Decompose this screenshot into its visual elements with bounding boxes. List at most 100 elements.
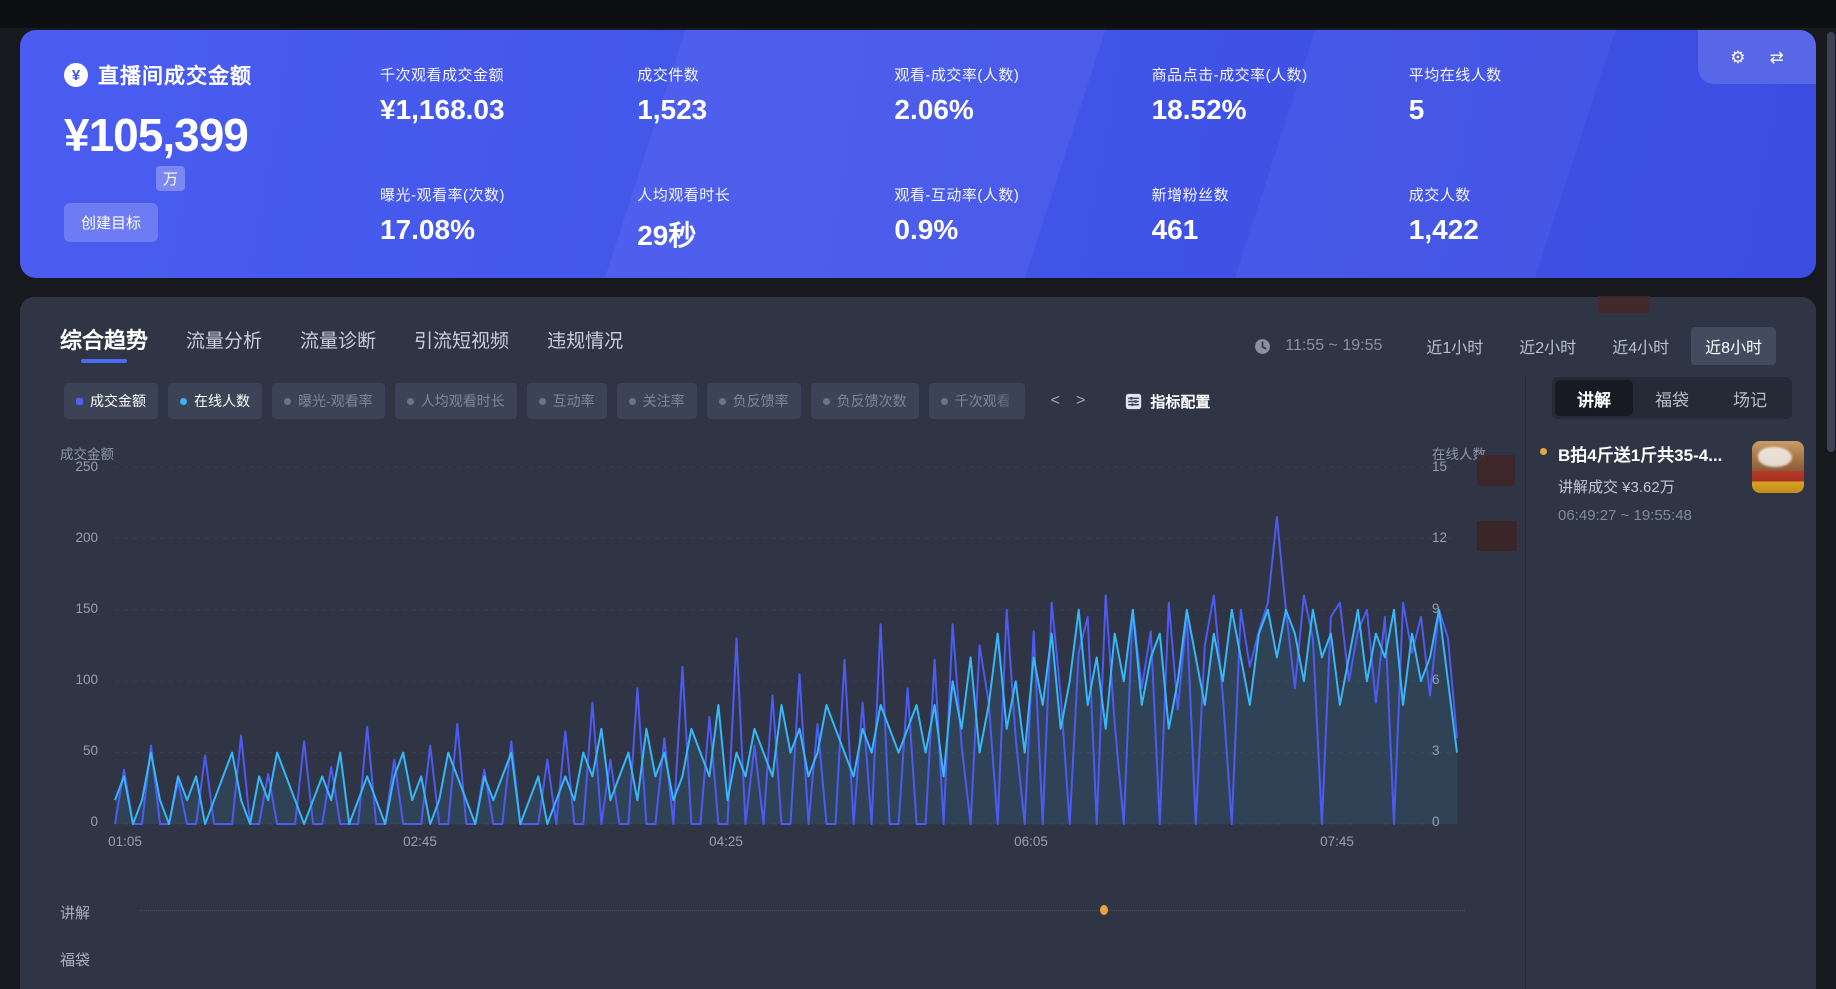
tab-violations[interactable]: 违规情况: [547, 326, 623, 363]
time-range-text: 11:55 ~ 19:55: [1285, 337, 1382, 355]
sidebar-tabs: 讲解 福袋 场记: [1552, 377, 1792, 419]
tab-overall-trend[interactable]: 综合趋势: [60, 323, 148, 363]
chip-label: 人均观看时长: [421, 391, 505, 411]
left-axis-tick: 0: [40, 814, 98, 829]
chip-label: 互动率: [553, 391, 595, 411]
metric-cell: 成交人数 1,422: [1409, 184, 1666, 278]
explain-item[interactable]: B拍4斤送1斤共35-4... 讲解成交 ¥3.62万 06:49:27 ~ 1…: [1540, 441, 1804, 524]
item-status-dot: [1540, 448, 1547, 455]
metric-cell: 曝光-观看率(次数) 17.08%: [380, 184, 637, 278]
left-axis-tick: 150: [40, 601, 98, 616]
chip-negative-feedback-rate[interactable]: 负反馈率: [707, 383, 801, 419]
left-axis-tick: 100: [40, 672, 98, 687]
tab-traffic-diagnosis[interactable]: 流量诊断: [300, 326, 376, 363]
chip-exposure-view-rate[interactable]: 曝光-观看率: [272, 383, 385, 419]
metric-value: 29秒: [637, 214, 894, 254]
metric-label: 千次观看成交金额: [380, 64, 637, 85]
metric-label: 成交件数: [637, 64, 894, 85]
create-goal-button[interactable]: 创建目标: [64, 203, 158, 242]
explain-marker-dot[interactable]: [1100, 905, 1108, 915]
range-1h-button[interactable]: 近1小时: [1412, 327, 1497, 365]
item-product-title: B拍4斤送1斤共35-4...: [1558, 441, 1758, 466]
gmv-title: 直播间成交金额: [98, 60, 252, 90]
series-dot-icon: [76, 398, 83, 405]
top-strip: [0, 0, 1836, 28]
metric-label: 人均观看时长: [637, 184, 894, 205]
metric-cell: 新增粉丝数 461: [1152, 184, 1409, 278]
metric-cell: 人均观看时长 29秒: [637, 184, 894, 278]
time-range-controls: 11:55 ~ 19:55 近1小时 近2小时 近4小时 近8小时: [1254, 327, 1776, 365]
chip-per-thousand-views[interactable]: 千次观看: [929, 383, 1025, 419]
metric-label: 平均在线人数: [1409, 64, 1666, 85]
metric-config-button[interactable]: 指标配置: [1125, 391, 1210, 412]
tab-traffic-analysis[interactable]: 流量分析: [186, 326, 262, 363]
swap-icon[interactable]: ⇄: [1770, 49, 1784, 66]
sidebar-tab-explain[interactable]: 讲解: [1555, 380, 1633, 416]
gear-icon[interactable]: ⚙: [1730, 49, 1745, 66]
sidebar-tab-field-notes[interactable]: 场记: [1711, 380, 1789, 416]
artifact-block: [1477, 521, 1517, 551]
yuan-icon: ¥: [64, 63, 88, 87]
series-dot-icon: [180, 398, 187, 405]
chip-follow-rate[interactable]: 关注率: [617, 383, 697, 419]
gmv-unit-badge: 万: [156, 166, 185, 191]
chip-gmv[interactable]: 成交金额: [64, 383, 158, 419]
artifact-block: [1598, 296, 1650, 313]
chips-prev-arrow[interactable]: <: [1051, 392, 1060, 410]
tab-short-video[interactable]: 引流短视频: [414, 326, 509, 363]
x-axis-tick: 01:05: [108, 834, 142, 849]
chip-label: 负反馈次数: [837, 391, 907, 411]
trend-chart-svg[interactable]: [115, 467, 1457, 824]
clock-icon: [1254, 338, 1271, 355]
chips-next-arrow[interactable]: >: [1076, 392, 1085, 410]
series-dot-icon: [719, 398, 726, 405]
explain-row-timeline: [140, 910, 1465, 911]
chip-avg-watch-time[interactable]: 人均观看时长: [395, 383, 517, 419]
metric-label: 曝光-观看率(次数): [380, 184, 637, 205]
metric-label: 成交人数: [1409, 184, 1666, 205]
series-dot-icon: [629, 398, 636, 405]
panel-tabs: 综合趋势 流量分析 流量诊断 引流短视频 违规情况: [60, 323, 623, 363]
item-time-range: 06:49:27 ~ 19:55:48: [1558, 507, 1804, 524]
metric-value: 0.9%: [894, 214, 1151, 246]
metric-value: 1,523: [637, 94, 894, 126]
chip-label: 关注率: [643, 391, 685, 411]
metric-value: 2.06%: [894, 94, 1151, 126]
left-axis-tick: 50: [40, 743, 98, 758]
metric-cell: 平均在线人数 5: [1409, 64, 1666, 150]
metric-cell: 观看-互动率(人数) 0.9%: [894, 184, 1151, 278]
metric-cell: 商品点击-成交率(人数) 18.52%: [1152, 64, 1409, 150]
chip-online-users[interactable]: 在线人数: [168, 383, 262, 419]
banner-corner-tools: ⚙ ⇄: [1698, 30, 1816, 84]
sidebar-tab-lucky-bag[interactable]: 福袋: [1633, 380, 1711, 416]
metric-config-label: 指标配置: [1150, 391, 1210, 412]
metric-chips-row: 成交金额 在线人数 曝光-观看率 人均观看时长 互动率 关注率 负反馈率 负反馈…: [64, 383, 1210, 419]
chip-label: 曝光-观看率: [298, 391, 373, 411]
metric-value: 5: [1409, 94, 1666, 126]
explain-row-label: 讲解: [60, 902, 90, 923]
x-axis-tick: 07:45: [1320, 834, 1354, 849]
metric-label: 观看-成交率(人数): [894, 64, 1151, 85]
chip-fade: [991, 383, 1025, 419]
chip-label: 成交金额: [90, 391, 146, 411]
chip-interaction-rate[interactable]: 互动率: [527, 383, 607, 419]
page-scrollbar-thumb[interactable]: [1827, 32, 1835, 452]
chip-label: 在线人数: [194, 391, 250, 411]
trend-panel: 综合趋势 流量分析 流量诊断 引流短视频 违规情况 11:55 ~ 19:55 …: [20, 297, 1816, 989]
x-axis-tick: 04:25: [709, 834, 743, 849]
series-dot-icon: [407, 398, 414, 405]
gmv-block: ¥ 直播间成交金额 ¥105,399 万 创建目标: [20, 30, 350, 278]
chip-negative-feedback-count[interactable]: 负反馈次数: [811, 383, 919, 419]
range-4h-button[interactable]: 近4小时: [1598, 327, 1683, 365]
range-2h-button[interactable]: 近2小时: [1505, 327, 1590, 365]
range-8h-button[interactable]: 近8小时: [1691, 327, 1776, 365]
metric-label: 新增粉丝数: [1152, 184, 1409, 205]
session-sidebar: 讲解 福袋 场记 B拍4斤送1斤共35-4... 讲解成交 ¥3.62万 06:…: [1525, 375, 1816, 989]
metric-cell: 观看-成交率(人数) 2.06%: [894, 64, 1151, 150]
series-dot-icon: [823, 398, 830, 405]
left-axis-tick: 250: [40, 459, 98, 474]
metric-value: 461: [1152, 214, 1409, 246]
metric-cell: 千次观看成交金额 ¥1,168.03: [380, 64, 637, 150]
metric-value: 17.08%: [380, 214, 637, 246]
x-axis-tick: 02:45: [403, 834, 437, 849]
